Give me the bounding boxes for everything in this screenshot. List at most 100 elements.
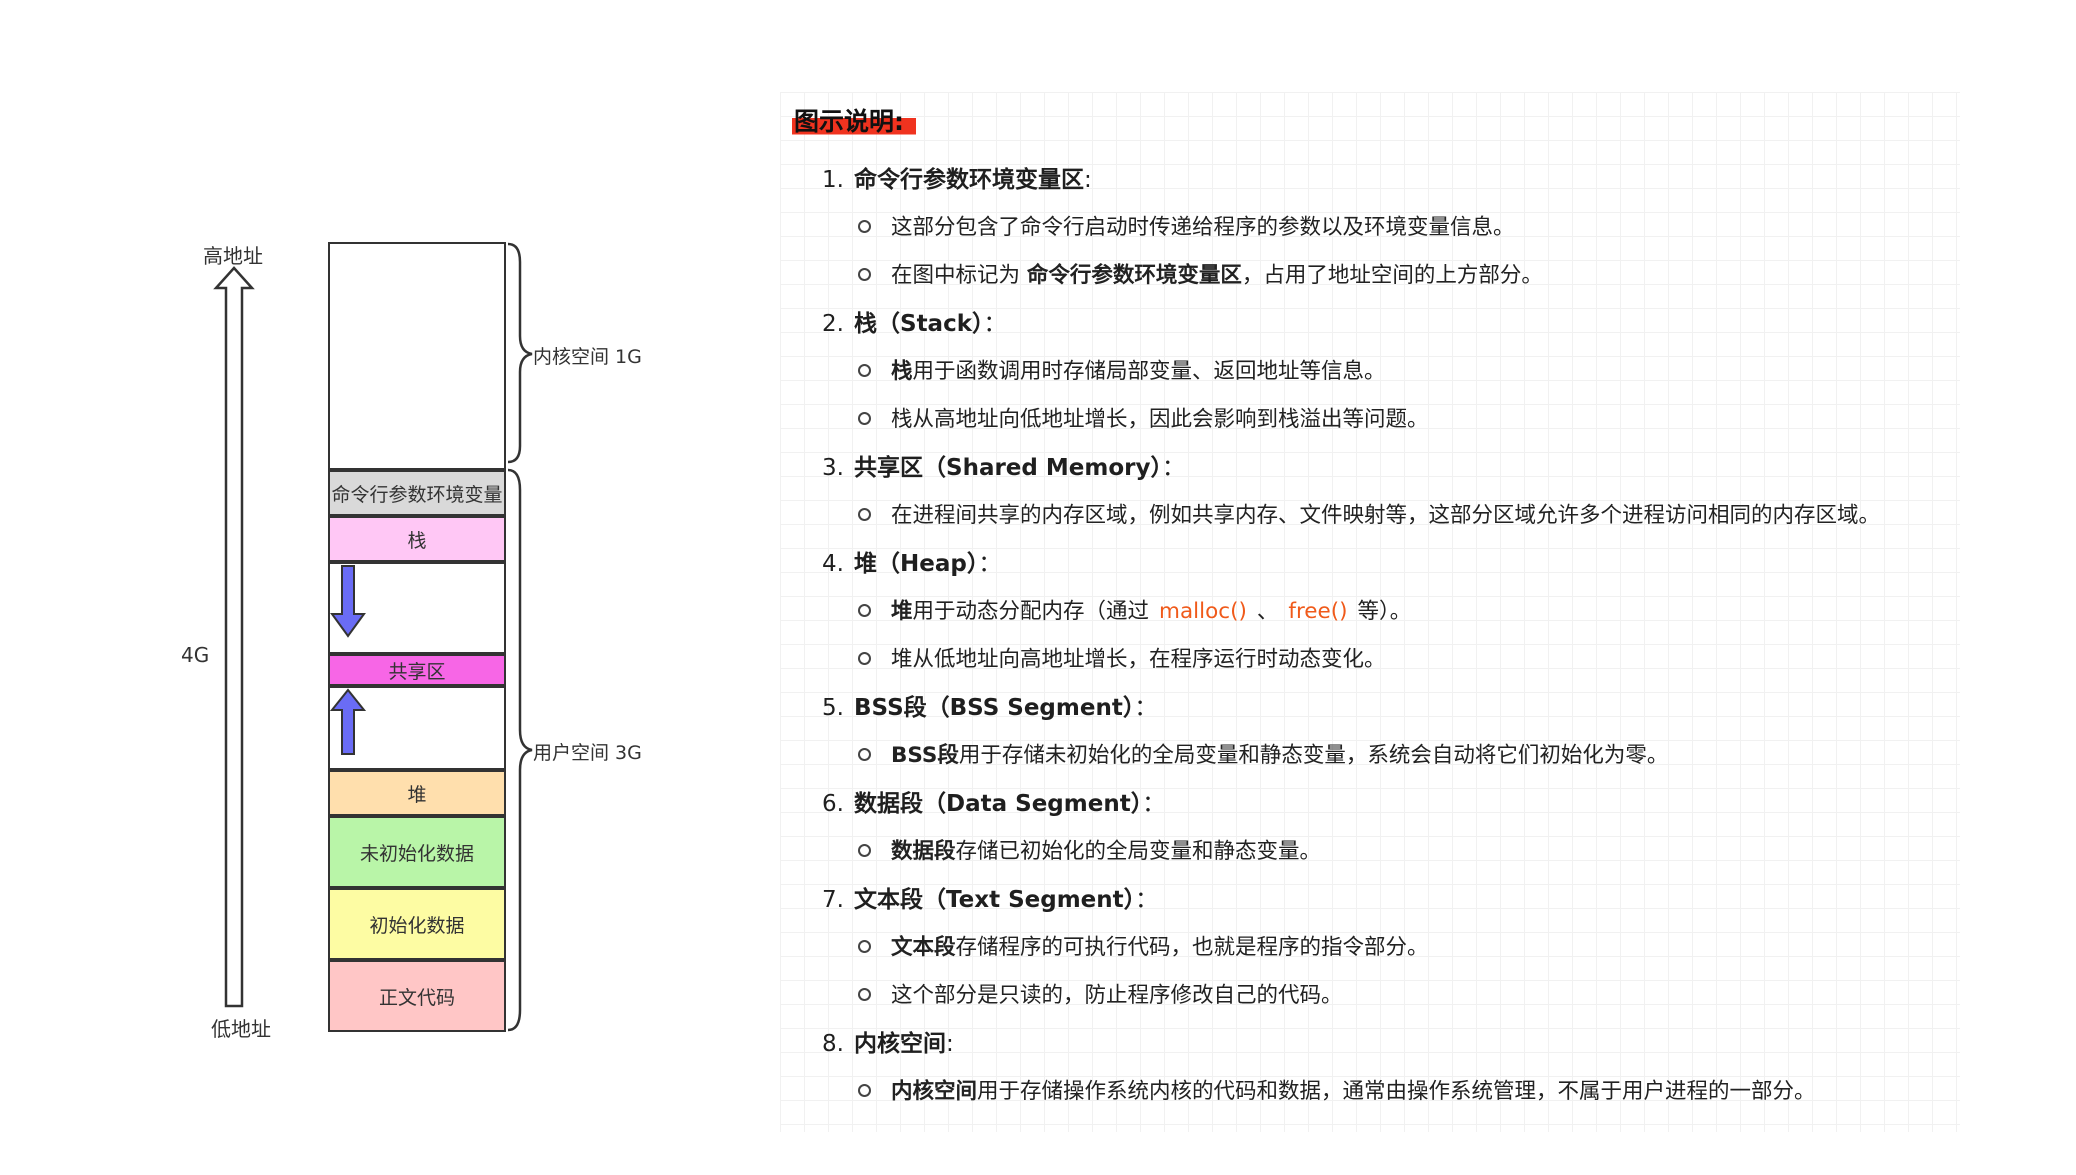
low-address-label: 低地址: [211, 1017, 271, 1041]
bullet-text: 存储程序的可执行代码，也就是程序的指令部分。: [955, 935, 1429, 960]
bullet-bold-term: 内核空间: [891, 1079, 978, 1104]
item-heading: 文本段（Text Segment）: [854, 887, 1136, 913]
item-number: 6.: [822, 791, 844, 817]
bullet-circle-icon: [858, 363, 871, 377]
shared-label: 共享区: [388, 660, 446, 683]
kernel-brace: [507, 242, 533, 464]
shared-segment: 共享区: [328, 654, 506, 686]
list-bullet: 这部分包含了命令行启动时传递给程序的参数以及环境变量信息。: [858, 208, 1515, 248]
list-bullet: 在进程间共享的内存区域，例如共享内存、文件映射等，这部分区域允许多个进程访问相同…: [858, 496, 1880, 536]
item-heading: 命令行参数环境变量区: [854, 167, 1084, 193]
item-heading: 内核空间: [854, 1031, 946, 1057]
bullet-text: 栈从高地址向低地址增长，因此会影响到栈溢出等问题。: [891, 407, 1429, 432]
list-bullet: 这个部分是只读的，防止程序修改自己的代码。: [858, 976, 1343, 1016]
list-item-data: 6. 数据段（Data Segment）：: [810, 784, 1165, 824]
bullet-text: 堆从低地址向高地址增长，在程序运行时动态变化。: [891, 647, 1386, 672]
bss-label: 未初始化数据: [359, 842, 474, 865]
bullet-circle-icon: [858, 411, 871, 425]
list-item-shared: 3. 共享区（Shared Memory）：: [810, 448, 1185, 488]
list-bullet: 内核空间用于存储操作系统内核的代码和数据，通常由操作系统管理，不属于用户进程的一…: [858, 1072, 1816, 1112]
cmdline-env-segment: 命令行参数环境变量: [328, 470, 506, 516]
bullet-text-prefix: 在图中标记为: [891, 263, 1027, 288]
inline-code-malloc: malloc(): [1159, 599, 1247, 624]
stack-label: 栈: [407, 529, 427, 552]
data-segment: 初始化数据: [328, 888, 506, 960]
heap-up-arrow-icon: [330, 688, 366, 755]
item-colon: ：: [1161, 455, 1185, 481]
heap-growth-gap: [328, 686, 506, 770]
bullet-bold-term: BSS段: [891, 743, 959, 768]
stack-growth-gap: [328, 562, 506, 654]
list-item-kernel: 8. 内核空间:: [810, 1024, 954, 1064]
list-bullet: 数据段存储已初始化的全局变量和静态变量。: [858, 832, 1321, 872]
bullet-text-suffix: 等）。: [1357, 599, 1412, 624]
user-brace: [507, 468, 533, 1032]
bullet-text: 用于存储未初始化的全局变量和静态变量，系统会自动将它们初始化为零。: [958, 743, 1669, 768]
item-colon: ：: [978, 551, 1002, 577]
list-bullet: 堆用于动态分配内存（通过 malloc() 、 free() 等）。: [858, 592, 1411, 632]
list-bullet: 栈用于函数调用时存储局部变量、返回地址等信息。: [858, 352, 1386, 392]
user-space-label: 用户空间 3G: [533, 742, 642, 764]
inline-code-free: free(): [1288, 599, 1348, 624]
bullet-bold-term: 堆: [891, 599, 913, 624]
panel-title: 图示说明:: [792, 102, 916, 138]
item-colon: ：: [1142, 791, 1166, 817]
stack-segment: 栈: [328, 516, 506, 562]
bullet-circle-icon: [858, 603, 871, 617]
bullet-circle-icon: [858, 507, 871, 521]
list-item-bss: 5. BSS段（BSS Segment）：: [810, 688, 1157, 728]
total-size-label: 4G: [181, 643, 210, 667]
list-bullet: 在图中标记为 命令行参数环境变量区，占用了地址空间的上方部分。: [858, 256, 1543, 296]
bullet-bold-term: 栈: [891, 359, 913, 384]
bullet-circle-icon: [858, 651, 871, 665]
list-item-heap: 4. 堆（Heap）：: [810, 544, 1001, 584]
item-number: 3.: [822, 455, 844, 481]
explanation-panel: 图示说明: 1. 命令行参数环境变量区: 这部分包含了命令行启动时传递给程序的参数…: [780, 92, 1960, 1132]
bullet-circle-icon: [858, 1083, 871, 1097]
heap-segment: 堆: [328, 770, 506, 816]
bullet-circle-icon: [858, 219, 871, 233]
item-number: 5.: [822, 695, 844, 721]
bullet-bold-term: 命令行参数环境变量区: [1026, 263, 1242, 288]
bullet-circle-icon: [858, 267, 871, 281]
bullet-text: 用于存储操作系统内核的代码和数据，通常由操作系统管理，不属于用户进程的一部分。: [977, 1079, 1816, 1104]
list-item-text: 7. 文本段（Text Segment）：: [810, 880, 1158, 920]
list-bullet: 栈从高地址向低地址增长，因此会影响到栈溢出等问题。: [858, 400, 1429, 440]
bullet-circle-icon: [858, 987, 871, 1001]
stack-down-arrow-icon: [330, 565, 366, 638]
page: 高地址 4G 低地址 内核空间 1G 用户空间 3G 命令行参数环境变量 栈 共…: [0, 0, 2076, 1175]
item-colon: ：: [983, 311, 1007, 337]
text-label: 正文代码: [378, 986, 455, 1009]
list-bullet: BSS段用于存储未初始化的全局变量和静态变量，系统会自动将它们初始化为零。: [858, 736, 1668, 776]
bullet-text: 存储已初始化的全局变量和静态变量。: [955, 839, 1322, 864]
bullet-text: 用于动态分配内存（通过: [912, 599, 1150, 624]
kernel-space-label: 内核空间 1G: [533, 346, 642, 368]
bullet-text: ，占用了地址空间的上方部分。: [1241, 263, 1543, 288]
high-address-label: 高地址: [203, 244, 263, 268]
cmdline-env-label: 命令行参数环境变量: [331, 483, 503, 506]
memory-layout-diagram: 高地址 4G 低地址 内核空间 1G 用户空间 3G 命令行参数环境变量 栈 共…: [0, 0, 760, 1175]
item-number: 8.: [822, 1031, 844, 1057]
list-bullet: 文本段存储程序的可执行代码，也就是程序的指令部分。: [858, 928, 1429, 968]
bullet-text: 这个部分是只读的，防止程序修改自己的代码。: [891, 983, 1343, 1008]
item-number: 2.: [822, 311, 844, 337]
address-up-arrow: [213, 266, 255, 1008]
item-number: 1.: [822, 167, 844, 193]
item-heading: 栈（Stack）: [854, 311, 984, 337]
item-colon: ：: [1135, 887, 1159, 913]
list-item-cmdline-env: 1. 命令行参数环境变量区:: [810, 160, 1092, 200]
item-colon: ：: [1134, 695, 1158, 721]
bullet-circle-icon: [858, 747, 871, 761]
heap-label: 堆: [407, 783, 427, 806]
item-heading: 数据段（Data Segment）: [854, 791, 1143, 817]
bullet-circle-icon: [858, 939, 871, 953]
bullet-bold-term: 文本段: [891, 935, 956, 960]
text-segment: 正文代码: [328, 960, 506, 1032]
bullet-text: 这部分包含了命令行启动时传递给程序的参数以及环境变量信息。: [891, 215, 1515, 240]
bullet-circle-icon: [858, 843, 871, 857]
bullet-separator: 、: [1256, 599, 1279, 624]
list-bullet: 堆从低地址向高地址增长，在程序运行时动态变化。: [858, 640, 1386, 680]
bullet-bold-term: 数据段: [891, 839, 956, 864]
kernel-space-segment: [328, 242, 506, 470]
bss-segment: 未初始化数据: [328, 816, 506, 888]
